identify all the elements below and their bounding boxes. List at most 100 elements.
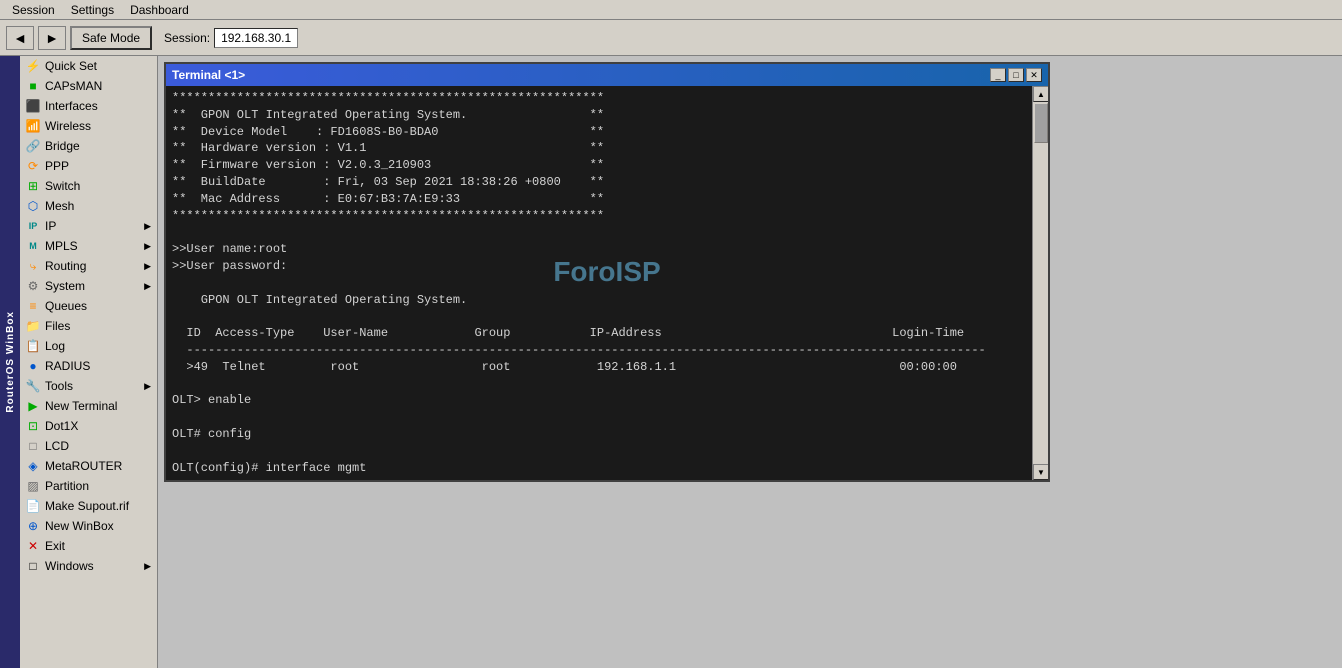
terminal-window: Terminal <1> _ □ ✕ *********************… [164, 62, 1050, 482]
terminal-content[interactable]: ****************************************… [166, 86, 1032, 480]
lcd-icon: □ [26, 439, 40, 453]
terminal-line-3: ** Device Model : FD1608S-B0-BDA0 ** [172, 125, 604, 139]
sidebar-item-quick-set[interactable]: ⚡ Quick Set [20, 56, 157, 76]
switch-icon: ⊞ [26, 179, 40, 193]
sidebar-item-system[interactable]: ⚙ System ▶ [20, 276, 157, 296]
scroll-down-button[interactable]: ▼ [1033, 464, 1048, 480]
sidebar-label-partition: Partition [45, 479, 89, 493]
sidebar-item-radius[interactable]: ● RADIUS [20, 356, 157, 376]
sidebar-item-log[interactable]: 📋 Log [20, 336, 157, 356]
make-supout-icon: 📄 [26, 499, 40, 513]
scroll-thumb[interactable] [1034, 103, 1048, 143]
sidebar-label-wireless: Wireless [45, 119, 91, 133]
new-terminal-icon: ▶ [26, 399, 40, 413]
terminal-controls: _ □ ✕ [990, 68, 1042, 82]
terminal-line-10: >>User password: [172, 259, 287, 273]
sidebar-item-switch[interactable]: ⊞ Switch [20, 176, 157, 196]
sidebar-label-bridge: Bridge [45, 139, 80, 153]
sidebar-item-ppp[interactable]: ⟳ PPP [20, 156, 157, 176]
quick-set-icon: ⚡ [26, 59, 40, 73]
sidebar-label-queues: Queues [45, 299, 87, 313]
sidebar-item-partition[interactable]: ▨ Partition [20, 476, 157, 496]
sidebar-item-make-supout[interactable]: 📄 Make Supout.rif [20, 496, 157, 516]
sidebar-item-interfaces[interactable]: ⬛ Interfaces [20, 96, 157, 116]
toolbar: ◄ ► Safe Mode Session: 192.168.30.1 [0, 20, 1342, 56]
terminal-line-13: ----------------------------------------… [172, 343, 986, 357]
ip-icon: IP [26, 219, 40, 233]
routing-arrow-icon: ▶ [144, 261, 151, 272]
sidebar-item-lcd[interactable]: □ LCD [20, 436, 157, 456]
session-ip: 192.168.30.1 [214, 28, 298, 48]
sidebar-item-new-winbox[interactable]: ⊕ New WinBox [20, 516, 157, 536]
scroll-track [1033, 102, 1048, 464]
terminal-line-11: GPON OLT Integrated Operating System. [172, 293, 467, 307]
tools-arrow-icon: ▶ [144, 381, 151, 392]
sidebar-label-metarouter: MetaROUTER [45, 459, 122, 473]
sidebar-item-wireless[interactable]: 📶 Wireless [20, 116, 157, 136]
winbox-label: RouterOS WinBox [5, 311, 16, 413]
safe-mode-button[interactable]: Safe Mode [70, 26, 152, 50]
sidebar-item-queues[interactable]: ≡ Queues [20, 296, 157, 316]
tools-icon: 🔧 [26, 379, 40, 393]
sidebar-label-new-winbox: New WinBox [45, 519, 114, 533]
sidebar-item-new-terminal[interactable]: ▶ New Terminal [20, 396, 157, 416]
radius-icon: ● [26, 359, 40, 373]
sidebar-label-new-terminal: New Terminal [45, 399, 117, 413]
sidebar-item-dot1x[interactable]: ⊡ Dot1X [20, 416, 157, 436]
sidebar-label-files: Files [45, 319, 70, 333]
back-button[interactable]: ◄ [6, 26, 34, 50]
routing-icon: ⤷ [26, 259, 40, 273]
sidebar-label-exit: Exit [45, 539, 65, 553]
exit-icon: ✕ [26, 539, 40, 553]
terminal-titlebar: Terminal <1> _ □ ✕ [166, 64, 1048, 86]
content-area: Terminal <1> _ □ ✕ *********************… [158, 56, 1342, 668]
terminal-minimize-button[interactable]: _ [990, 68, 1006, 82]
dot1x-icon: ⊡ [26, 419, 40, 433]
capsman-icon: ■ [26, 79, 40, 93]
sidebar-item-mesh[interactable]: ⬡ Mesh [20, 196, 157, 216]
menu-settings[interactable]: Settings [63, 1, 122, 19]
system-icon: ⚙ [26, 279, 40, 293]
sidebar-item-bridge[interactable]: 🔗 Bridge [20, 136, 157, 156]
sidebar-label-make-supout: Make Supout.rif [45, 499, 129, 513]
terminal-restore-button[interactable]: □ [1008, 68, 1024, 82]
interfaces-icon: ⬛ [26, 99, 40, 113]
terminal-line-5: ** Firmware version : V2.0.3_210903 ** [172, 158, 604, 172]
log-icon: 📋 [26, 339, 40, 353]
terminal-close-button[interactable]: ✕ [1026, 68, 1042, 82]
sidebar-item-metarouter[interactable]: ◈ MetaROUTER [20, 456, 157, 476]
sidebar-label-lcd: LCD [45, 439, 69, 453]
system-arrow-icon: ▶ [144, 281, 151, 292]
sidebar: ⚡ Quick Set ■ CAPsMAN ⬛ Interfaces 📶 Wir… [20, 56, 158, 668]
partition-icon: ▨ [26, 479, 40, 493]
sidebar-item-mpls[interactable]: M MPLS ▶ [20, 236, 157, 256]
main-layout: ⚡ Quick Set ■ CAPsMAN ⬛ Interfaces 📶 Wir… [20, 56, 1342, 668]
sidebar-item-ip[interactable]: IP IP ▶ [20, 216, 157, 236]
sidebar-label-log: Log [45, 339, 65, 353]
sidebar-label-quick-set: Quick Set [45, 59, 97, 73]
metarouter-icon: ◈ [26, 459, 40, 473]
terminal-line-17: OLT(config)# interface mgmt [172, 461, 366, 475]
sidebar-item-capsman[interactable]: ■ CAPsMAN [20, 76, 157, 96]
terminal-line-12: ID Access-Type User-Name Group IP-Addres… [172, 326, 964, 340]
scroll-up-button[interactable]: ▲ [1033, 86, 1048, 102]
terminal-title: Terminal <1> [172, 68, 245, 82]
sidebar-item-routing[interactable]: ⤷ Routing ▶ [20, 256, 157, 276]
sidebar-item-windows[interactable]: □ Windows ▶ [20, 556, 157, 576]
sidebar-label-interfaces: Interfaces [45, 99, 98, 113]
sidebar-label-switch: Switch [45, 179, 80, 193]
windows-icon: □ [26, 559, 40, 573]
sidebar-item-tools[interactable]: 🔧 Tools ▶ [20, 376, 157, 396]
queues-icon: ≡ [26, 299, 40, 313]
forward-button[interactable]: ► [38, 26, 66, 50]
menu-session[interactable]: Session [4, 1, 63, 19]
sidebar-item-files[interactable]: 📁 Files [20, 316, 157, 336]
terminal-line-4: ** Hardware version : V1.1 ** [172, 141, 604, 155]
sidebar-label-system: System [45, 279, 85, 293]
terminal-line-14: >49 Telnet root root 192.168.1.1 00:00:0… [172, 360, 957, 374]
menu-dashboard[interactable]: Dashboard [122, 1, 197, 19]
sidebar-item-exit[interactable]: ✕ Exit [20, 536, 157, 556]
wireless-icon: 📶 [26, 119, 40, 133]
sidebar-label-tools: Tools [45, 379, 73, 393]
terminal-line-9: >>User name:root [172, 242, 287, 256]
